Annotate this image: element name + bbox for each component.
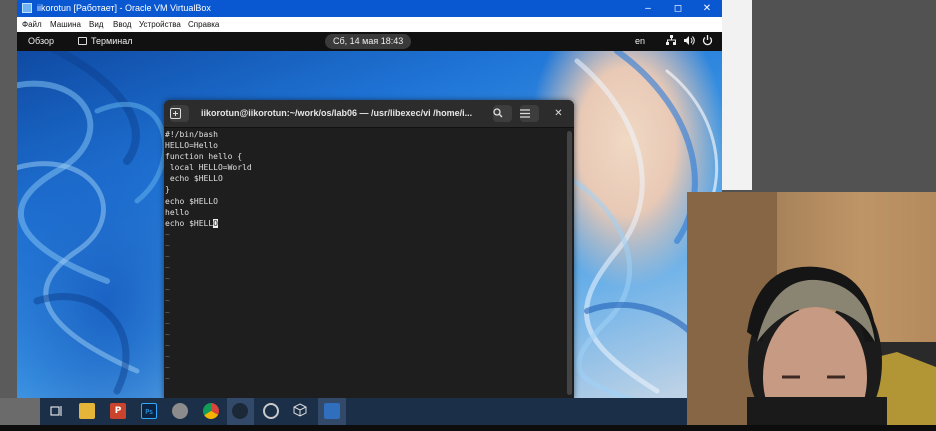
vbox-menubar: Файл Машина Вид Ввод Устройства Справка [17,17,722,32]
language-indicator[interactable]: en [635,36,645,46]
text-cursor: O [213,218,218,228]
menu-devices[interactable]: Устройства [139,20,181,29]
menu-machine[interactable]: Машина [50,20,81,29]
host-window-edge [722,0,752,190]
photoshop-icon[interactable]: Ps [141,403,157,419]
network-icon[interactable] [666,35,676,48]
webcam-image [687,192,936,425]
terminal-headerbar[interactable]: iikorotun@iikorotun:~/work/os/lab06 — /u… [164,100,574,128]
virtualbox-vm-icon[interactable] [324,403,340,419]
empty-line-marker: ~ [165,229,170,239]
new-tab-icon[interactable] [170,105,189,122]
terminal-scrollbar[interactable] [567,131,572,395]
virtualbox-window: iikorotun [Работает] - Oracle VM Virtual… [17,0,722,398]
terminal-line: function hello { [165,152,243,162]
empty-line-marker: ~ [165,329,170,339]
vbox-titlebar[interactable]: iikorotun [Работает] - Oracle VM Virtual… [17,0,722,17]
vbox-title: iikorotun [Работает] - Oracle VM Virtual… [37,3,211,13]
empty-line-marker: ~ [165,362,170,372]
task-view-icon[interactable] [48,404,64,420]
terminal-content[interactable]: #!/bin/bash HELLO=Hello function hello {… [165,129,563,398]
file-explorer-icon[interactable] [79,403,95,419]
virtualbox-3d-icon[interactable] [292,403,308,419]
app-circle-icon[interactable] [263,403,279,419]
empty-line-marker: ~ [165,285,170,295]
empty-line-marker: ~ [165,307,170,317]
webcam-overlay [687,192,936,425]
empty-line-marker: ~ [165,263,170,273]
steam-icon[interactable] [232,403,248,419]
gnome-top-bar: Обзор Терминал Сб, 14 мая 18:43 en [17,32,722,51]
terminal-line: local HELLO=World [165,163,252,173]
activities-button[interactable]: Обзор [28,36,54,46]
minimize-button[interactable]: – [634,1,662,16]
empty-line-marker: ~ [165,274,170,284]
terminal-line: hello [165,207,190,217]
search-icon[interactable] [493,105,512,122]
empty-line-marker: ~ [165,296,170,306]
terminal-line: HELLO=Hello [165,141,218,151]
terminal-title: iikorotun@iikorotun:~/work/os/lab06 — /u… [201,108,473,118]
menu-input[interactable]: Ввод [113,20,131,29]
terminal-window[interactable]: iikorotun@iikorotun:~/work/os/lab06 — /u… [164,100,574,398]
terminal-line-current: echo $HELLO [165,218,563,229]
empty-line-marker: ~ [165,318,170,328]
desktop-wallpaper: iikorotun@iikorotun:~/work/os/lab06 — /u… [17,51,722,398]
terminal-line: echo $HELLO [165,174,223,184]
app-icon[interactable] [172,403,188,419]
current-line-text: echo $HELL [165,218,214,228]
empty-line-marker: ~ [165,252,170,262]
app-name: Терминал [91,36,133,46]
empty-line-marker: ~ [165,351,170,361]
volume-icon[interactable] [684,35,695,48]
maximize-button[interactable]: ◻ [664,1,692,16]
terminal-line: echo $HELLO [165,196,218,206]
taskbar-search-area[interactable] [0,398,40,425]
close-button[interactable]: ✕ [693,1,721,16]
power-icon[interactable] [702,35,713,48]
terminal-close-icon[interactable]: ✕ [549,105,568,122]
virtualbox-icon [22,3,32,13]
hamburger-menu-icon[interactable] [520,105,539,122]
menu-help[interactable]: Справка [188,20,219,29]
powerpoint-icon[interactable]: P [110,403,126,419]
app-menu[interactable]: Терминал [78,36,132,46]
menu-view[interactable]: Вид [89,20,103,29]
clock[interactable]: Сб, 14 мая 18:43 [325,34,412,49]
empty-line-marker: ~ [165,374,170,384]
empty-line-marker: ~ [165,340,170,350]
terminal-app-icon [78,37,87,45]
terminal-line: } [165,185,170,195]
menu-file[interactable]: Файл [22,20,42,29]
empty-line-marker: ~ [165,240,170,250]
terminal-line: #!/bin/bash [165,130,218,139]
chrome-icon[interactable] [203,403,219,419]
screen-bottom-edge [0,425,936,431]
